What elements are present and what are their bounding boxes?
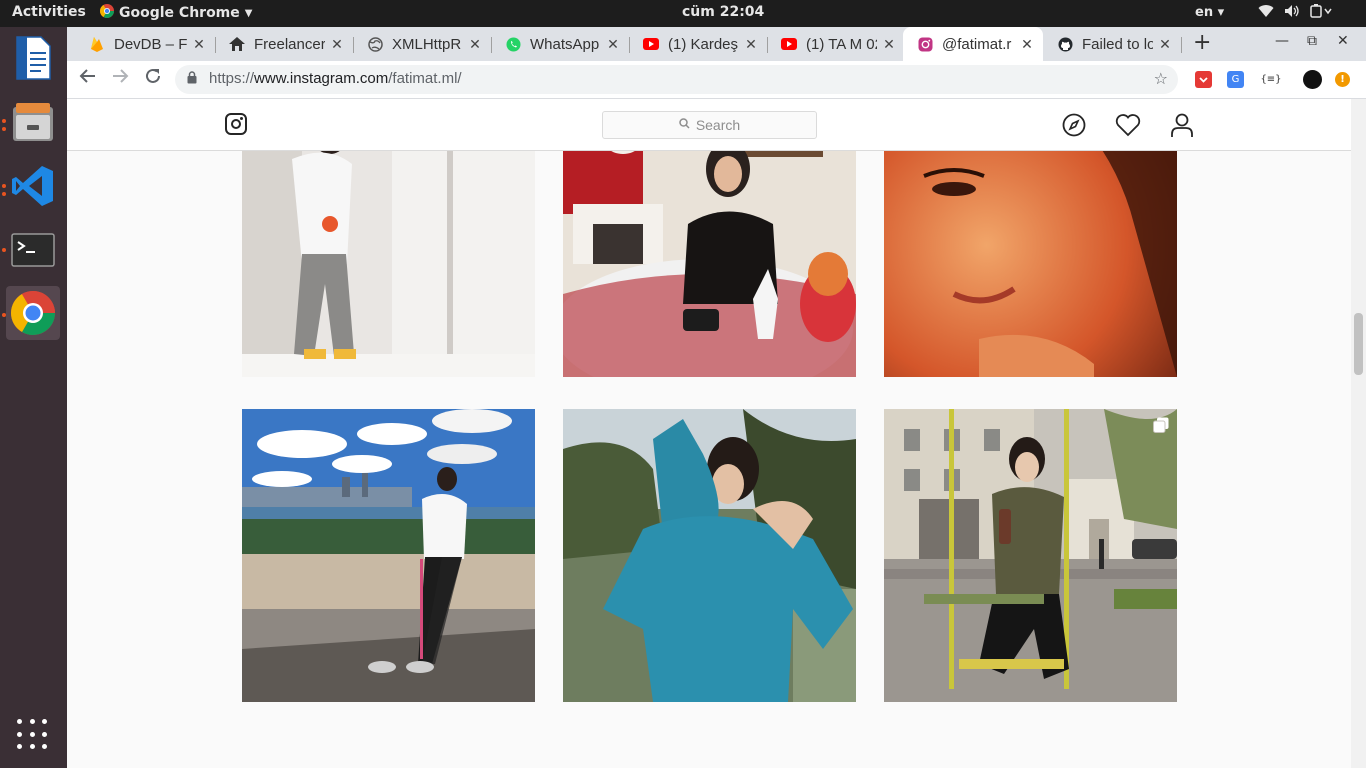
close-icon[interactable]: ✕ — [605, 36, 621, 53]
profile-user-icon[interactable] — [1169, 112, 1195, 138]
reload-icon — [146, 68, 160, 83]
search-icon — [679, 118, 690, 132]
chevron-down-icon: ▼ — [244, 7, 253, 19]
dock-vscode-icon[interactable] — [6, 159, 60, 213]
photo-image — [563, 409, 856, 702]
profile-avatar[interactable] — [1303, 70, 1322, 89]
language-indicator[interactable]: en ▾ — [1195, 5, 1224, 20]
bookmark-star-icon[interactable]: ☆ — [1154, 69, 1168, 88]
dock-terminal-icon[interactable] — [6, 223, 60, 277]
close-icon[interactable]: ✕ — [1019, 36, 1035, 53]
tab-title: Failed to lo — [1082, 35, 1153, 53]
tab-title: WhatsApp — [530, 35, 600, 53]
close-icon[interactable]: ✕ — [467, 36, 483, 53]
close-icon[interactable]: ✕ — [1157, 36, 1173, 53]
url-path: /fatimat.ml/ — [388, 70, 462, 87]
search-placeholder: Search — [695, 117, 741, 133]
tab-separator — [1181, 37, 1182, 53]
scrollbar-thumb[interactable] — [1354, 313, 1363, 375]
url-text: https://www.instagram.com/fatimat.ml/ — [209, 70, 462, 87]
tab-xmlhttprequest[interactable]: XMLHttpR ✕ — [353, 27, 491, 61]
clock[interactable]: cüm 22:04 — [682, 4, 764, 20]
tab-title: @fatimat.r — [942, 35, 1012, 53]
chrome-window: DevDB – Fi ✕ Freelancer ✕ XMLHttpR ✕ Wha… — [67, 27, 1366, 768]
instagram-page: Search — [67, 99, 1351, 768]
language-label: en — [1195, 5, 1214, 20]
tab-whatsapp[interactable]: WhatsApp ✕ — [491, 27, 629, 61]
close-icon[interactable]: ✕ — [329, 36, 345, 53]
app-menu[interactable]: Google Chrome ▼ — [100, 4, 252, 22]
activities-button[interactable]: Activities — [12, 4, 86, 20]
post-thumbnail-city-overlook[interactable] — [242, 409, 535, 702]
tab-youtube-tam[interactable]: (1) TA M 02 ✕ — [767, 27, 905, 61]
tab-freelancer[interactable]: Freelancer ✕ — [215, 27, 353, 61]
update-alert-icon[interactable]: ! — [1335, 72, 1350, 87]
show-applications-icon[interactable] — [17, 719, 49, 751]
maximize-button[interactable]: ⧉ — [1307, 33, 1317, 49]
lock-icon[interactable] — [187, 71, 197, 87]
tab-title: (1) Kardeş — [668, 35, 739, 53]
dock — [0, 27, 67, 768]
dock-files-icon[interactable] — [6, 95, 60, 149]
url-host: www.instagram.com — [254, 70, 389, 87]
forward-arrow-icon — [113, 69, 129, 83]
app-menu-label: Google Chrome — [119, 5, 240, 21]
pocket-extension-icon[interactable] — [1195, 71, 1212, 88]
chrome-small-icon — [100, 4, 114, 22]
forward-button[interactable] — [111, 67, 129, 90]
back-arrow-icon — [79, 69, 95, 83]
explore-compass-icon[interactable] — [1061, 112, 1087, 138]
power-menu-icon — [1310, 4, 1332, 22]
address-bar[interactable]: https://www.instagram.com/fatimat.ml/ ☆ — [175, 65, 1178, 94]
youtube-icon — [643, 36, 659, 52]
tab-strip: DevDB – Fi ✕ Freelancer ✕ XMLHttpR ✕ Wha… — [67, 27, 1366, 61]
instagram-icon — [917, 36, 933, 52]
tab-title: DevDB – Fi — [114, 35, 187, 53]
post-thumbnail-blue-sweater[interactable] — [563, 409, 856, 702]
tab-github[interactable]: Failed to lo ✕ — [1043, 27, 1181, 61]
tab-title: (1) TA M 02 — [806, 35, 877, 53]
search-input[interactable]: Search — [602, 111, 817, 139]
dock-chrome-icon[interactable] — [6, 286, 60, 340]
tab-title: XMLHttpR — [392, 35, 462, 53]
reload-button[interactable] — [144, 67, 162, 90]
home-icon — [229, 36, 245, 52]
translate-extension-icon[interactable]: G — [1227, 71, 1244, 88]
json-extension-icon[interactable]: {≡} — [1259, 71, 1283, 88]
photo-image — [242, 409, 535, 702]
browser-toolbar: https://www.instagram.com/fatimat.ml/ ☆ … — [67, 61, 1366, 99]
wifi-icon — [1258, 4, 1274, 22]
tab-instagram[interactable]: @fatimat.r ✕ — [903, 27, 1043, 61]
system-tray[interactable] — [1258, 4, 1332, 22]
post-thumbnail-swing[interactable] — [884, 409, 1177, 702]
instagram-logo-icon[interactable] — [225, 113, 247, 135]
tab-title: Freelancer — [254, 35, 325, 53]
photo-image — [884, 409, 1177, 702]
dock-writer-icon[interactable] — [6, 31, 60, 85]
tab-devdb[interactable]: DevDB – Fi ✕ — [75, 27, 215, 61]
activity-heart-icon[interactable] — [1115, 112, 1141, 138]
page-scrollbar[interactable] — [1351, 99, 1366, 768]
minimize-button[interactable]: — — [1275, 33, 1289, 49]
window-close-button[interactable]: ✕ — [1337, 33, 1349, 49]
close-icon[interactable]: ✕ — [191, 36, 207, 53]
multiple-photos-icon — [1153, 417, 1169, 437]
youtube-icon — [781, 36, 797, 52]
instagram-header: Search — [67, 99, 1351, 151]
tab-youtube-kardes[interactable]: (1) Kardeş ✕ — [629, 27, 767, 61]
back-button[interactable] — [79, 67, 97, 90]
github-icon — [1057, 36, 1073, 52]
firebase-icon — [89, 36, 105, 52]
close-icon[interactable]: ✕ — [743, 36, 759, 53]
volume-icon — [1284, 4, 1300, 22]
close-icon[interactable]: ✕ — [881, 36, 897, 53]
system-top-bar: Activities Google Chrome ▼ cüm 22:04 en … — [0, 0, 1366, 27]
whatsapp-icon — [505, 36, 521, 52]
url-scheme: https:// — [209, 70, 255, 87]
globe-icon — [367, 36, 383, 52]
new-tab-button[interactable]: + — [1193, 30, 1211, 55]
